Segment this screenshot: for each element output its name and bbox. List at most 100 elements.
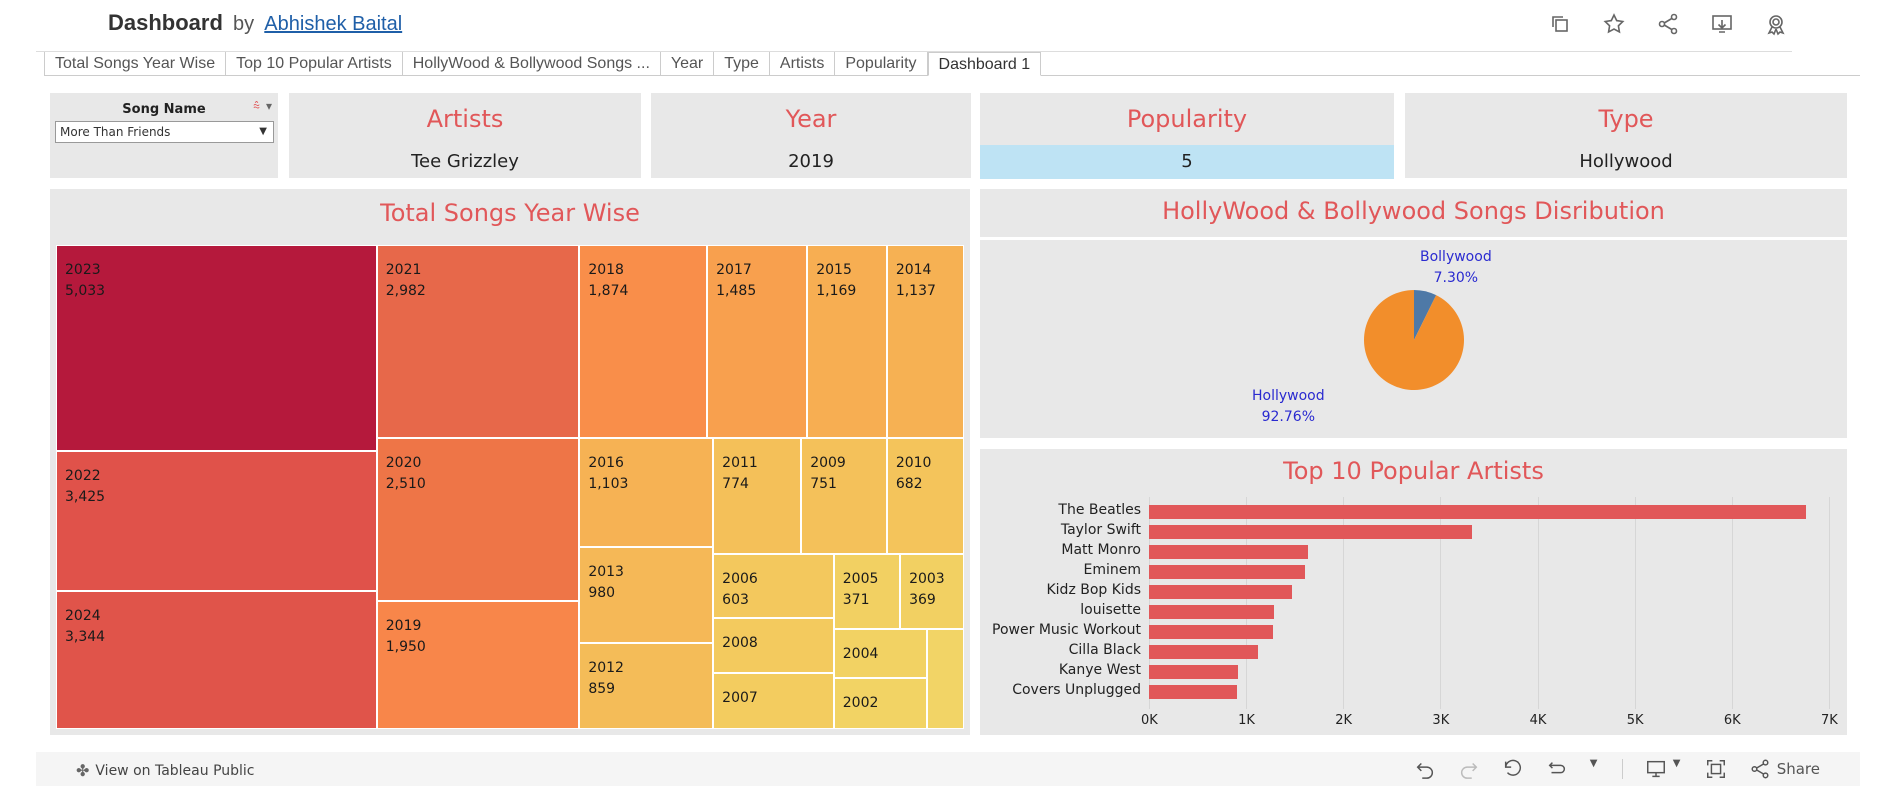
- kpi-popularity-value[interactable]: 5: [980, 145, 1394, 179]
- treemap-cell-2016[interactable]: 2016 1,103: [579, 438, 714, 547]
- clear-filter-icon[interactable]: ⩯: [253, 99, 260, 114]
- treemap-cell-2024[interactable]: 2024 3,344: [56, 591, 377, 729]
- treemap-cell-2006[interactable]: 2006 603: [713, 553, 834, 618]
- bar[interactable]: [1149, 605, 1275, 619]
- treemap-count: 682: [895, 476, 923, 493]
- tab-year[interactable]: Year: [661, 52, 715, 76]
- bar-category-label: Cilla Black: [1068, 642, 1141, 658]
- treemap-cell-2011[interactable]: 2011 774: [713, 438, 802, 554]
- kpi-year-value[interactable]: 2019: [651, 145, 971, 179]
- download-icon[interactable]: [1710, 12, 1734, 36]
- share-button[interactable]: Share: [1749, 758, 1820, 780]
- kpi-type-value[interactable]: Hollywood: [1405, 145, 1847, 179]
- treemap-count: 3,425: [65, 489, 106, 506]
- tab-hollywood-bollywood[interactable]: HollyWood & Bollywood Songs ...: [403, 52, 661, 76]
- share-icon[interactable]: [1656, 12, 1680, 36]
- bar[interactable]: [1149, 565, 1306, 579]
- x-tick-label: 0K: [1141, 713, 1158, 728]
- pie-slice-hollywood[interactable]: [1364, 290, 1464, 390]
- song-name-select[interactable]: More Than Friends ▼: [55, 121, 274, 143]
- filter-dropdown-icon[interactable]: ▾: [266, 99, 272, 114]
- tab-type[interactable]: Type: [714, 52, 770, 76]
- bar[interactable]: [1149, 625, 1274, 639]
- treemap-cell-2008[interactable]: 2008: [713, 617, 834, 674]
- treemap-cell-2013[interactable]: 2013 980: [579, 546, 714, 644]
- bar[interactable]: [1149, 505, 1806, 519]
- refresh-icon[interactable]: [1546, 758, 1568, 780]
- bar[interactable]: [1149, 585, 1292, 599]
- treemap-cell-2020[interactable]: 2020 2,510: [376, 438, 580, 602]
- treemap-year: 2004: [842, 645, 879, 662]
- fullscreen-icon[interactable]: [1705, 758, 1727, 780]
- bar[interactable]: [1149, 685, 1238, 699]
- x-tick-label: 2K: [1335, 713, 1353, 728]
- bar[interactable]: [1149, 525, 1473, 539]
- redo-icon[interactable]: [1458, 758, 1480, 780]
- treemap-cell-2003[interactable]: 2003 369: [900, 553, 964, 629]
- brand: Dashboard by Abhishek Baital: [108, 10, 402, 36]
- bar-category-label: Kanye West: [1058, 662, 1141, 678]
- x-tick-label: 4K: [1529, 713, 1547, 728]
- treemap-cell-2018[interactable]: 2018 1,874: [579, 245, 708, 439]
- treemap-year: 2006: [722, 570, 758, 587]
- treemap-cell-2005[interactable]: 2005 371: [833, 553, 901, 629]
- tab-artists[interactable]: Artists: [770, 52, 836, 76]
- kpi-type-title: Type: [1598, 105, 1654, 133]
- treemap-cell-other[interactable]: [926, 628, 964, 729]
- treemap-cell-2022[interactable]: 2022 3,425: [56, 451, 377, 592]
- bar[interactable]: [1149, 665, 1239, 679]
- treemap-year: 2024: [65, 608, 101, 625]
- treemap-year: 2015: [816, 262, 852, 278]
- header-icons: [1548, 12, 1788, 36]
- tab-total-songs[interactable]: Total Songs Year Wise: [44, 52, 227, 76]
- treemap-cell-2019[interactable]: 2019 1,950: [376, 601, 580, 729]
- bar[interactable]: [1149, 545, 1309, 559]
- treemap-cell-2012[interactable]: 2012 859: [579, 643, 714, 729]
- treemap-year: 2012: [588, 660, 624, 677]
- footer-toolbar: ✤ View on Tableau Public ▼ ▼ Share: [36, 752, 1860, 786]
- treemap-year: 2002: [842, 695, 879, 712]
- treemap-cell-2004[interactable]: 2004: [833, 628, 927, 679]
- tab-popularity[interactable]: Popularity: [835, 52, 928, 76]
- treemap-cell-2017[interactable]: 2017 1,485: [707, 245, 808, 439]
- kpi-artists-value[interactable]: Tee Grizzley: [289, 145, 641, 179]
- copy-icon[interactable]: [1548, 12, 1572, 36]
- bar[interactable]: [1149, 645, 1258, 659]
- device-dropdown-icon[interactable]: ▼: [1673, 758, 1683, 780]
- device-preview-icon[interactable]: [1645, 758, 1667, 780]
- badge-icon[interactable]: [1764, 12, 1788, 36]
- pie-chart: [1364, 290, 1464, 390]
- treemap-cell-2014[interactable]: 2014 1,137: [886, 245, 964, 439]
- treemap-cell-2002[interactable]: 2002: [833, 678, 927, 729]
- treemap-cell-2023[interactable]: 2023 5,033: [56, 245, 377, 452]
- tab-dashboard-1[interactable]: Dashboard 1: [927, 52, 1042, 76]
- view-on-tableau-link[interactable]: ✤ View on Tableau Public: [76, 761, 255, 780]
- x-tick-label: 7K: [1821, 713, 1838, 728]
- treemap-cell-2009[interactable]: 2009 751: [801, 438, 887, 554]
- top-artists-panel: Top 10 Popular Artists 0K 1K 2K 3K 4K 5K 6K 7K T…: [980, 449, 1847, 735]
- author-link[interactable]: Abhishek Baital: [264, 13, 402, 35]
- star-icon[interactable]: [1602, 12, 1626, 36]
- bar-chart: 0K 1K 2K 3K 4K 5K 6K 7K The Beatles Taylor Swift M…: [980, 449, 1847, 735]
- treemap-cell-2010[interactable]: 2010 682: [886, 438, 964, 554]
- treemap-cell-2021[interactable]: 2021 2,982: [376, 245, 580, 439]
- treemap-count: 1,874: [588, 283, 629, 299]
- tab-top-artists[interactable]: Top 10 Popular Artists: [226, 52, 403, 76]
- revert-icon[interactable]: [1502, 758, 1524, 780]
- bollywood-name: Bollywood: [1420, 249, 1492, 265]
- undo-icon[interactable]: [1414, 758, 1436, 780]
- treemap-cell-2015[interactable]: 2015 1,169: [807, 245, 887, 439]
- bar-category-label: Matt Monro: [1061, 542, 1141, 558]
- filter-menu[interactable]: ⩯ ▾: [253, 99, 272, 114]
- refresh-dropdown-icon[interactable]: ▼: [1590, 758, 1600, 780]
- treemap-cell-2007[interactable]: 2007: [713, 673, 834, 729]
- treemap-year: 2023: [65, 262, 101, 278]
- pie-panel: Bollywood 7.30% Hollywood 92.76%: [980, 240, 1847, 438]
- hollywood-pct: 92.76%: [1261, 409, 1315, 425]
- bar-category-label: Kidz Bop Kids: [1046, 582, 1141, 598]
- kpi-artists-title: Artists: [426, 105, 504, 133]
- treemap-year: 2008: [722, 634, 758, 651]
- treemap-year: 2017: [716, 262, 752, 278]
- treemap-count: 3,344: [65, 629, 106, 646]
- bar-category-label: Covers Unplugged: [1012, 682, 1141, 698]
